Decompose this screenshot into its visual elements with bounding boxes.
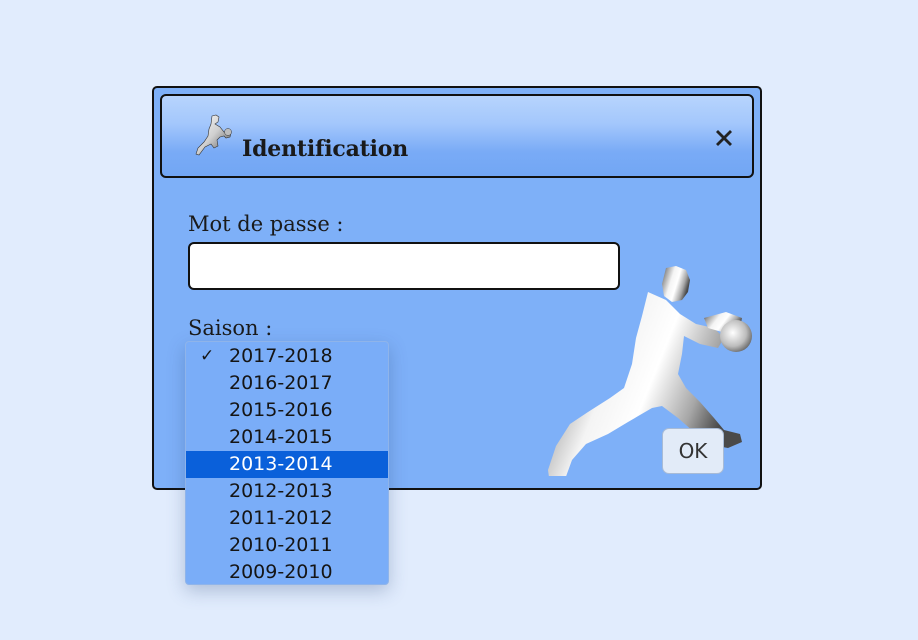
season-option[interactable]: 2016-2017: [186, 370, 388, 397]
season-option[interactable]: 2011-2012: [186, 505, 388, 532]
dialog-titlebar: Identification: [160, 94, 754, 178]
season-option[interactable]: 2010-2011: [186, 532, 388, 559]
season-option[interactable]: ✓ 2017-2018: [186, 343, 388, 370]
season-option-highlighted[interactable]: 2013-2014: [186, 451, 388, 478]
season-option[interactable]: 2015-2016: [186, 397, 388, 424]
season-option[interactable]: 2009-2010: [186, 559, 388, 586]
season-option[interactable]: 2014-2015: [186, 424, 388, 451]
basketball-player-icon: [195, 114, 232, 156]
season-option[interactable]: 2012-2013: [186, 478, 388, 505]
close-icon[interactable]: [712, 126, 736, 150]
ok-button[interactable]: OK: [662, 428, 724, 474]
season-label: Saison :: [188, 316, 273, 340]
checkmark-icon: ✓: [200, 346, 215, 366]
season-dropdown[interactable]: ✓ 2017-2018 2016-2017 2015-2016 2014-201…: [185, 341, 389, 585]
dialog-title: Identification: [242, 136, 409, 162]
password-label: Mot de passe :: [188, 212, 344, 236]
basketball-player-illustration: [548, 266, 752, 476]
